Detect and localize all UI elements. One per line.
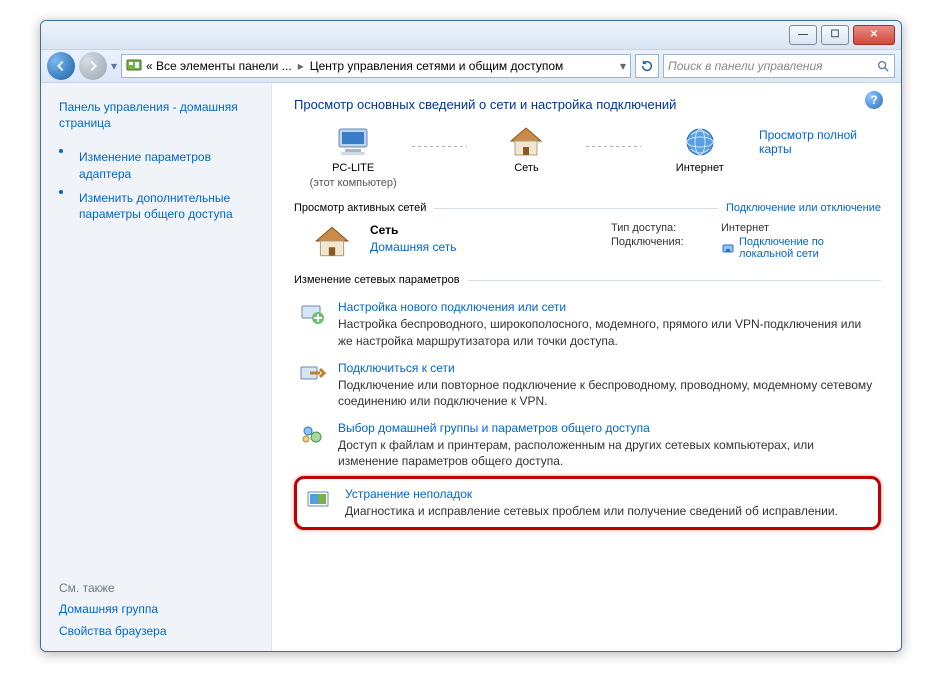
task-homegroup[interactable]: Выбор домашней группы и параметров общег… <box>294 415 881 475</box>
sidebar-link-sharing-settings[interactable]: Изменить дополнительные параметры общего… <box>69 190 259 222</box>
search-icon <box>876 59 890 73</box>
close-button[interactable]: ✕ <box>853 25 895 45</box>
node-label: Сеть <box>514 162 538 175</box>
search-input[interactable]: Поиск в панели управления <box>663 54 895 78</box>
bullet-icon <box>59 149 63 153</box>
breadcrumb-segment[interactable]: « Все элементы панели ... <box>146 59 292 73</box>
navbar: ▾ « Все элементы панели ... ▸ Центр упра… <box>41 50 901 83</box>
task-desc: Подключение или повторное подключение к … <box>338 377 877 409</box>
task-title: Устранение неполадок <box>345 487 870 501</box>
house-icon <box>312 222 352 262</box>
node-label: Интернет <box>676 162 724 175</box>
troubleshoot-icon <box>305 487 333 515</box>
homegroup-icon <box>298 421 326 449</box>
page-title: Просмотр основных сведений о сети и наст… <box>294 97 881 112</box>
node-label: PC-LITE <box>332 162 374 175</box>
sidebar-link-adapter-settings[interactable]: Изменение параметров адаптера <box>69 149 259 181</box>
ethernet-icon <box>721 241 735 255</box>
prop-label: Подключения: <box>611 236 721 260</box>
new-connection-icon <box>298 300 326 328</box>
sidebar-link-browser-properties[interactable]: Свойства браузера <box>59 623 259 639</box>
content-pane: ? Просмотр основных сведений о сети и на… <box>272 83 901 651</box>
divider <box>434 208 718 209</box>
node-network[interactable]: Сеть <box>467 124 585 175</box>
breadcrumb-segment[interactable]: Центр управления сетями и общим доступом <box>310 59 564 73</box>
section-active-networks: Просмотр активных сетей Подключение или … <box>294 202 881 214</box>
map-connector <box>412 146 467 147</box>
full-map-link[interactable]: Просмотр полной карты <box>759 128 881 156</box>
task-title: Подключиться к сети <box>338 361 877 375</box>
forward-button[interactable] <box>79 52 107 80</box>
chevron-right-icon[interactable]: ▸ <box>296 59 306 73</box>
sidebar-link-homegroup[interactable]: Домашняя группа <box>59 601 259 617</box>
network-map: PC-LITE (этот компьютер) Сеть Интернет П… <box>294 124 881 190</box>
connect-disconnect-link[interactable]: Подключение или отключение <box>726 202 881 214</box>
network-properties: Тип доступа: Интернет Подключения: Подкл… <box>611 222 881 260</box>
network-type-link[interactable]: Домашняя сеть <box>370 239 456 256</box>
active-network-row: Сеть Домашняя сеть Тип доступа: Интернет… <box>294 222 881 262</box>
computer-icon <box>333 124 373 160</box>
refresh-button[interactable] <box>635 54 659 78</box>
control-panel-home-link[interactable]: Панель управления - домашняя страница <box>59 99 259 131</box>
section-label: Изменение сетевых параметров <box>294 274 460 286</box>
see-also-heading: См. также <box>59 581 259 595</box>
node-internet[interactable]: Интернет <box>641 124 759 175</box>
node-this-pc[interactable]: PC-LITE (этот компьютер) <box>294 124 412 190</box>
house-icon <box>506 124 546 160</box>
window: { "titlebar":{"min":"—","max":"☐","close… <box>40 20 902 652</box>
highlighted-task: Устранение неполадок Диагностика и испра… <box>294 476 881 530</box>
task-troubleshoot[interactable]: Устранение неполадок Диагностика и испра… <box>303 483 872 523</box>
connect-network-icon <box>298 361 326 389</box>
divider <box>468 280 881 281</box>
node-sublabel: (этот компьютер) <box>310 177 397 190</box>
titlebar: — ☐ ✕ <box>41 21 901 50</box>
window-body: Панель управления - домашняя страница Из… <box>41 83 901 651</box>
globe-icon <box>680 124 720 160</box>
minimize-button[interactable]: — <box>789 25 817 45</box>
map-connector <box>586 146 641 147</box>
sidebar: Панель управления - домашняя страница Из… <box>41 83 272 651</box>
prop-label: Тип доступа: <box>611 222 721 234</box>
task-desc: Настройка беспроводного, широкополосного… <box>338 316 877 348</box>
network-name: Сеть <box>370 222 456 239</box>
address-bar[interactable]: « Все элементы панели ... ▸ Центр управл… <box>121 54 631 78</box>
maximize-button[interactable]: ☐ <box>821 25 849 45</box>
task-title: Выбор домашней группы и параметров общег… <box>338 421 877 435</box>
section-label: Просмотр активных сетей <box>294 202 426 214</box>
connection-link[interactable]: Подключение по локальной сети <box>721 236 881 260</box>
task-connect-network[interactable]: Подключиться к сети Подключение или повт… <box>294 355 881 415</box>
section-network-settings: Изменение сетевых параметров <box>294 274 881 286</box>
control-panel-icon <box>126 58 142 74</box>
bullet-icon <box>59 190 63 194</box>
address-dropdown-icon[interactable]: ▾ <box>620 59 626 73</box>
search-placeholder: Поиск в панели управления <box>668 59 876 73</box>
task-desc: Диагностика и исправление сетевых пробле… <box>345 503 870 519</box>
recent-dropdown-icon[interactable]: ▾ <box>111 59 117 73</box>
task-desc: Доступ к файлам и принтерам, расположенн… <box>338 437 877 469</box>
help-icon[interactable]: ? <box>865 91 883 109</box>
back-button[interactable] <box>47 52 75 80</box>
task-new-connection[interactable]: Настройка нового подключения или сети На… <box>294 294 881 354</box>
prop-value: Интернет <box>721 222 881 234</box>
task-title: Настройка нового подключения или сети <box>338 300 877 314</box>
